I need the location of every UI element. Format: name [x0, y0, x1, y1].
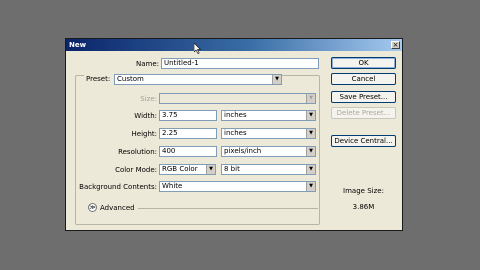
size-label: Size:: [140, 95, 157, 103]
height-unit-value: inches: [224, 129, 247, 137]
image-size-label: Image Size:: [343, 187, 384, 195]
width-unit-value: inches: [224, 111, 247, 119]
color-mode-value: RGB Color: [162, 165, 198, 173]
chevron-down-icon: ▼: [206, 165, 215, 174]
width-label: Width:: [134, 112, 157, 120]
dialog-title: New: [69, 41, 87, 49]
desktop: { "dialog": { "title": "New", "close_gly…: [0, 0, 480, 270]
chevron-down-icon: ▼: [306, 165, 315, 174]
background-contents-value: White: [162, 182, 183, 190]
pointer-cursor-icon: [194, 43, 201, 54]
chevron-down-icon: ▼: [306, 182, 315, 191]
resolution-unit-dropdown[interactable]: pixels/inch ▼: [221, 146, 316, 157]
chevron-down-icon: ▼: [306, 94, 315, 103]
color-mode-dropdown[interactable]: RGB Color ▼: [159, 164, 216, 175]
advanced-label: Advanced: [100, 204, 135, 212]
device-central-button[interactable]: Device Central...: [331, 135, 396, 147]
width-unit-dropdown[interactable]: inches ▼: [221, 110, 316, 121]
advanced-divider: [138, 208, 318, 209]
close-button[interactable]: ×: [391, 41, 400, 49]
background-contents-dropdown[interactable]: White ▼: [159, 181, 316, 192]
background-contents-label: Background Contents:: [79, 183, 157, 191]
size-dropdown: ▼: [159, 93, 316, 104]
preset-label: Preset:: [84, 74, 114, 84]
resolution-unit-value: pixels/inch: [224, 147, 262, 155]
close-icon: ×: [392, 41, 399, 49]
height-input[interactable]: 2.25: [159, 128, 217, 139]
save-preset-button[interactable]: Save Preset...: [331, 91, 396, 103]
title-bar[interactable]: New ×: [66, 39, 402, 51]
image-size-value: 3.86M: [352, 203, 375, 211]
height-unit-dropdown[interactable]: inches ▼: [221, 128, 316, 139]
chevron-down-icon: ▼: [272, 75, 281, 84]
double-chevron-icon: ≫: [89, 204, 96, 211]
delete-preset-button: Delete Preset...: [331, 107, 396, 119]
resolution-input[interactable]: 400: [159, 146, 217, 157]
cancel-button[interactable]: Cancel: [331, 73, 396, 85]
name-label: Name:: [135, 60, 159, 68]
new-document-dialog: New × Name: Untitled-1 Preset: Custom ▼ …: [65, 38, 403, 231]
ok-button[interactable]: OK: [331, 57, 396, 69]
chevron-down-icon: ▼: [306, 129, 315, 138]
chevron-down-icon: ▼: [306, 147, 315, 156]
color-mode-label: Color Mode:: [115, 166, 157, 174]
preset-dropdown[interactable]: Custom ▼: [114, 74, 282, 85]
bit-depth-value: 8 bit: [224, 165, 240, 173]
advanced-toggle-button[interactable]: ≫: [88, 203, 97, 212]
resolution-label: Resolution:: [118, 148, 157, 156]
name-input[interactable]: Untitled-1: [161, 58, 319, 69]
bit-depth-dropdown[interactable]: 8 bit ▼: [221, 164, 316, 175]
height-label: Height:: [131, 130, 158, 138]
preset-value: Custom: [117, 75, 144, 83]
width-input[interactable]: 3.75: [159, 110, 217, 121]
chevron-down-icon: ▼: [306, 111, 315, 120]
